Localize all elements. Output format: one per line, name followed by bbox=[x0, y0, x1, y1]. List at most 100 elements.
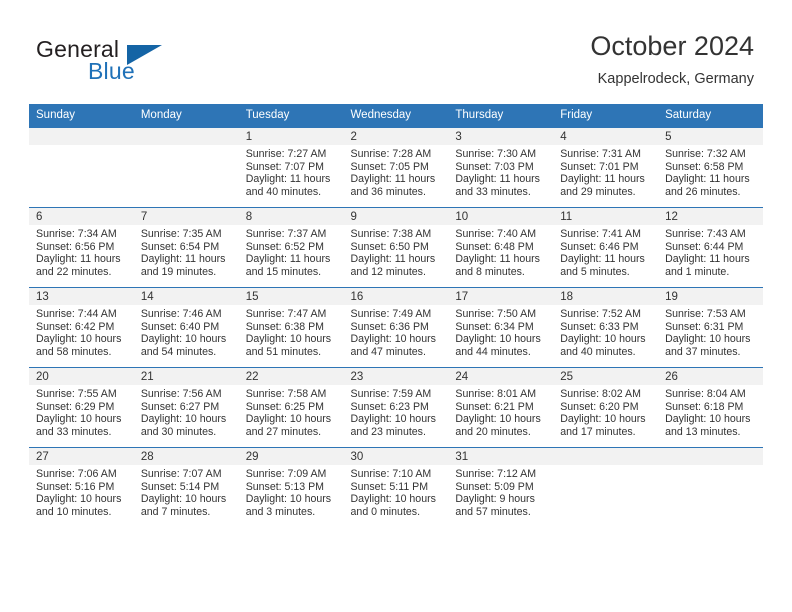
calendar-day-cell[interactable]: 3 Sunrise: 7:30 AM Sunset: 7:03 PM Daylight… bbox=[448, 127, 554, 208]
daylight-text: Daylight: 9 hours bbox=[455, 493, 535, 506]
calendar-day-cell[interactable]: 26 Sunrise: 8:04 AM Sunset: 6:18 PM Dayligh… bbox=[658, 367, 763, 448]
day-cell-inner: 26 Sunrise: 8:04 AM Sunset: 6:18 PM Dayligh… bbox=[658, 368, 763, 447]
sunrise-text: Sunrise: 7:44 AM bbox=[36, 308, 117, 320]
sunset-text: Sunset: 5:14 PM bbox=[140, 480, 220, 493]
day-number bbox=[133, 128, 239, 145]
daylight-text: and 27 minutes. bbox=[245, 425, 322, 438]
sunset-text: Sunset: 7:01 PM bbox=[560, 160, 639, 173]
daylight-text: Daylight: 10 hours bbox=[36, 413, 122, 426]
calendar-day-cell[interactable]: 8 Sunrise: 7:37 AM Sunset: 6:52 PM Daylight… bbox=[238, 207, 344, 288]
day-cell-inner: 10 Sunrise: 7:40 AM Sunset: 6:48 PM Dayligh… bbox=[448, 208, 554, 287]
daylight-text: and 51 minutes. bbox=[245, 345, 322, 358]
day-cell-inner: 3 Sunrise: 7:30 AM Sunset: 7:03 PM Daylight… bbox=[448, 128, 554, 207]
calendar-day-cell[interactable]: 19 Sunrise: 7:53 AM Sunset: 6:31 PM Dayligh… bbox=[658, 287, 763, 368]
day-details: Sunrise: 7:37 AM Sunset: 6:52 PM Daylight:… bbox=[239, 225, 344, 278]
calendar-day-cell[interactable]: 4 Sunrise: 7:31 AM Sunset: 7:01 PM Daylight… bbox=[553, 127, 659, 208]
daylight-text: Daylight: 10 hours bbox=[350, 493, 436, 506]
calendar-day-cell[interactable]: 9 Sunrise: 7:38 AM Sunset: 6:50 PM Daylight… bbox=[343, 207, 449, 288]
day-number: 22 bbox=[238, 368, 344, 385]
calendar-day-cell[interactable]: 18 Sunrise: 7:52 AM Sunset: 6:33 PM Dayligh… bbox=[553, 287, 659, 368]
calendar-day-cell[interactable]: 7 Sunrise: 7:35 AM Sunset: 6:54 PM Daylight… bbox=[133, 207, 239, 288]
calendar-day-cell[interactable]: 16 Sunrise: 7:49 AM Sunset: 6:36 PM Dayligh… bbox=[343, 287, 449, 368]
calendar-day-cell[interactable]: 27 Sunrise: 7:06 AM Sunset: 5:16 PM Dayligh… bbox=[29, 447, 134, 527]
calendar-grid: Sunday Monday Tuesday Wednesday Thursday… bbox=[29, 104, 763, 527]
calendar-page: General Blue October 2024 Kappelrodeck, … bbox=[0, 0, 792, 612]
calendar-day-cell[interactable]: 12 Sunrise: 7:43 AM Sunset: 6:44 PM Dayligh… bbox=[658, 207, 763, 288]
calendar-day-cell[interactable]: 23 Sunrise: 7:59 AM Sunset: 6:23 PM Dayligh… bbox=[343, 367, 449, 448]
calendar-day-cell[interactable]: 28 Sunrise: 7:07 AM Sunset: 5:14 PM Dayligh… bbox=[133, 447, 239, 527]
calendar-day-cell[interactable]: 25 Sunrise: 8:02 AM Sunset: 6:20 PM Dayligh… bbox=[553, 367, 659, 448]
daylight-text: and 19 minutes. bbox=[140, 265, 217, 278]
calendar-day-cell[interactable]: 29 Sunrise: 7:09 AM Sunset: 5:13 PM Dayligh… bbox=[238, 447, 344, 527]
day-cell-inner: 21 Sunrise: 7:56 AM Sunset: 6:27 PM Dayligh… bbox=[133, 368, 239, 447]
calendar-day-cell[interactable]: 20 Sunrise: 7:55 AM Sunset: 6:29 PM Dayligh… bbox=[29, 367, 134, 448]
sunset-text: Sunset: 6:27 PM bbox=[140, 400, 220, 413]
daylight-text: and 0 minutes. bbox=[350, 505, 421, 518]
sunset-text: Sunset: 7:03 PM bbox=[455, 160, 534, 173]
day-details: Sunrise: 7:50 AM Sunset: 6:34 PM Daylight:… bbox=[448, 305, 553, 358]
calendar-empty-cell bbox=[133, 127, 239, 208]
day-number: 17 bbox=[448, 288, 554, 305]
calendar-day-cell[interactable]: 5 Sunrise: 7:32 AM Sunset: 6:58 PM Daylight… bbox=[658, 127, 763, 208]
sunset-text: Sunset: 6:50 PM bbox=[350, 240, 429, 253]
daylight-text: Daylight: 11 hours bbox=[560, 173, 645, 186]
day-details bbox=[29, 145, 134, 148]
day-number: 8 bbox=[238, 208, 344, 225]
calendar-day-cell[interactable]: 15 Sunrise: 7:47 AM Sunset: 6:38 PM Dayligh… bbox=[238, 287, 344, 368]
calendar-day-cell[interactable]: 30 Sunrise: 7:10 AM Sunset: 5:11 PM Dayligh… bbox=[343, 447, 449, 527]
daylight-text: Daylight: 11 hours bbox=[455, 173, 540, 186]
calendar-day-cell[interactable]: 1 Sunrise: 7:27 AM Sunset: 7:07 PM Daylight… bbox=[238, 127, 344, 208]
day-details: Sunrise: 7:32 AM Sunset: 6:58 PM Daylight:… bbox=[658, 145, 763, 198]
daylight-text: Daylight: 11 hours bbox=[350, 253, 436, 266]
sunrise-text: Sunrise: 7:34 AM bbox=[36, 228, 117, 240]
daylight-text: and 47 minutes. bbox=[350, 345, 426, 358]
daylight-text: and 8 minutes. bbox=[455, 265, 525, 278]
day-number: 24 bbox=[448, 368, 554, 385]
sunrise-text: Sunrise: 7:09 AM bbox=[245, 468, 327, 480]
calendar-day-cell[interactable]: 14 Sunrise: 7:46 AM Sunset: 6:40 PM Dayligh… bbox=[133, 287, 239, 368]
day-cell-inner: 4 Sunrise: 7:31 AM Sunset: 7:01 PM Daylight… bbox=[553, 128, 659, 207]
calendar-day-cell[interactable]: 13 Sunrise: 7:44 AM Sunset: 6:42 PM Dayligh… bbox=[29, 287, 134, 368]
brand-logo[interactable]: General Blue bbox=[36, 36, 216, 86]
day-cell-inner: 29 Sunrise: 7:09 AM Sunset: 5:13 PM Dayligh… bbox=[238, 448, 344, 527]
day-number: 7 bbox=[133, 208, 239, 225]
sunrise-text: Sunrise: 7:41 AM bbox=[560, 228, 641, 240]
calendar-day-cell[interactable]: 6 Sunrise: 7:34 AM Sunset: 6:56 PM Daylight… bbox=[29, 207, 134, 288]
calendar-body: 1 Sunrise: 7:27 AM Sunset: 7:07 PM Daylight… bbox=[29, 127, 763, 527]
sunset-text: Sunset: 6:23 PM bbox=[350, 400, 429, 413]
daylight-text: and 30 minutes. bbox=[140, 425, 217, 438]
day-details: Sunrise: 7:28 AM Sunset: 7:05 PM Daylight:… bbox=[344, 145, 449, 198]
day-cell-inner: 5 Sunrise: 7:32 AM Sunset: 6:58 PM Daylight… bbox=[658, 128, 763, 207]
daylight-text: Daylight: 10 hours bbox=[245, 493, 332, 506]
daylight-text: Daylight: 10 hours bbox=[665, 333, 751, 346]
calendar-day-cell[interactable]: 31 Sunrise: 7:12 AM Sunset: 5:09 PM Dayligh… bbox=[448, 447, 554, 527]
day-number: 28 bbox=[133, 448, 239, 465]
day-details: Sunrise: 8:01 AM Sunset: 6:21 PM Daylight:… bbox=[448, 385, 553, 438]
day-cell-inner: 1 Sunrise: 7:27 AM Sunset: 7:07 PM Daylight… bbox=[238, 128, 344, 207]
day-number: 12 bbox=[658, 208, 763, 225]
sunset-text: Sunset: 6:29 PM bbox=[36, 400, 115, 413]
sunset-text: Sunset: 6:44 PM bbox=[665, 240, 744, 253]
calendar-day-cell[interactable]: 11 Sunrise: 7:41 AM Sunset: 6:46 PM Dayligh… bbox=[553, 207, 659, 288]
day-number: 19 bbox=[658, 288, 763, 305]
weekday-header-friday: Friday bbox=[553, 104, 659, 128]
day-cell-inner bbox=[553, 448, 659, 527]
calendar-day-cell[interactable]: 10 Sunrise: 7:40 AM Sunset: 6:48 PM Dayligh… bbox=[448, 207, 554, 288]
sunrise-text: Sunrise: 7:59 AM bbox=[350, 388, 432, 400]
weekday-header-tuesday: Tuesday bbox=[238, 104, 344, 128]
day-cell-inner: 22 Sunrise: 7:58 AM Sunset: 6:25 PM Dayligh… bbox=[238, 368, 344, 447]
daylight-text: Daylight: 10 hours bbox=[245, 413, 332, 426]
calendar-day-cell[interactable]: 24 Sunrise: 8:01 AM Sunset: 6:21 PM Dayligh… bbox=[448, 367, 554, 448]
location-subtitle: Kappelrodeck, Germany bbox=[597, 71, 754, 87]
sunset-text: Sunset: 6:36 PM bbox=[350, 320, 429, 333]
day-number: 4 bbox=[553, 128, 659, 145]
calendar-day-cell[interactable]: 17 Sunrise: 7:50 AM Sunset: 6:34 PM Dayligh… bbox=[448, 287, 554, 368]
calendar-day-cell[interactable]: 21 Sunrise: 7:56 AM Sunset: 6:27 PM Dayligh… bbox=[133, 367, 239, 448]
sunrise-text: Sunrise: 7:53 AM bbox=[665, 308, 746, 320]
daylight-text: and 26 minutes. bbox=[665, 185, 741, 198]
calendar-day-cell[interactable]: 2 Sunrise: 7:28 AM Sunset: 7:05 PM Daylight… bbox=[343, 127, 449, 208]
day-cell-inner: 13 Sunrise: 7:44 AM Sunset: 6:42 PM Dayligh… bbox=[29, 288, 134, 367]
calendar-day-cell[interactable]: 22 Sunrise: 7:58 AM Sunset: 6:25 PM Dayligh… bbox=[238, 367, 344, 448]
sunrise-text: Sunrise: 7:07 AM bbox=[140, 468, 222, 480]
day-number: 6 bbox=[29, 208, 134, 225]
